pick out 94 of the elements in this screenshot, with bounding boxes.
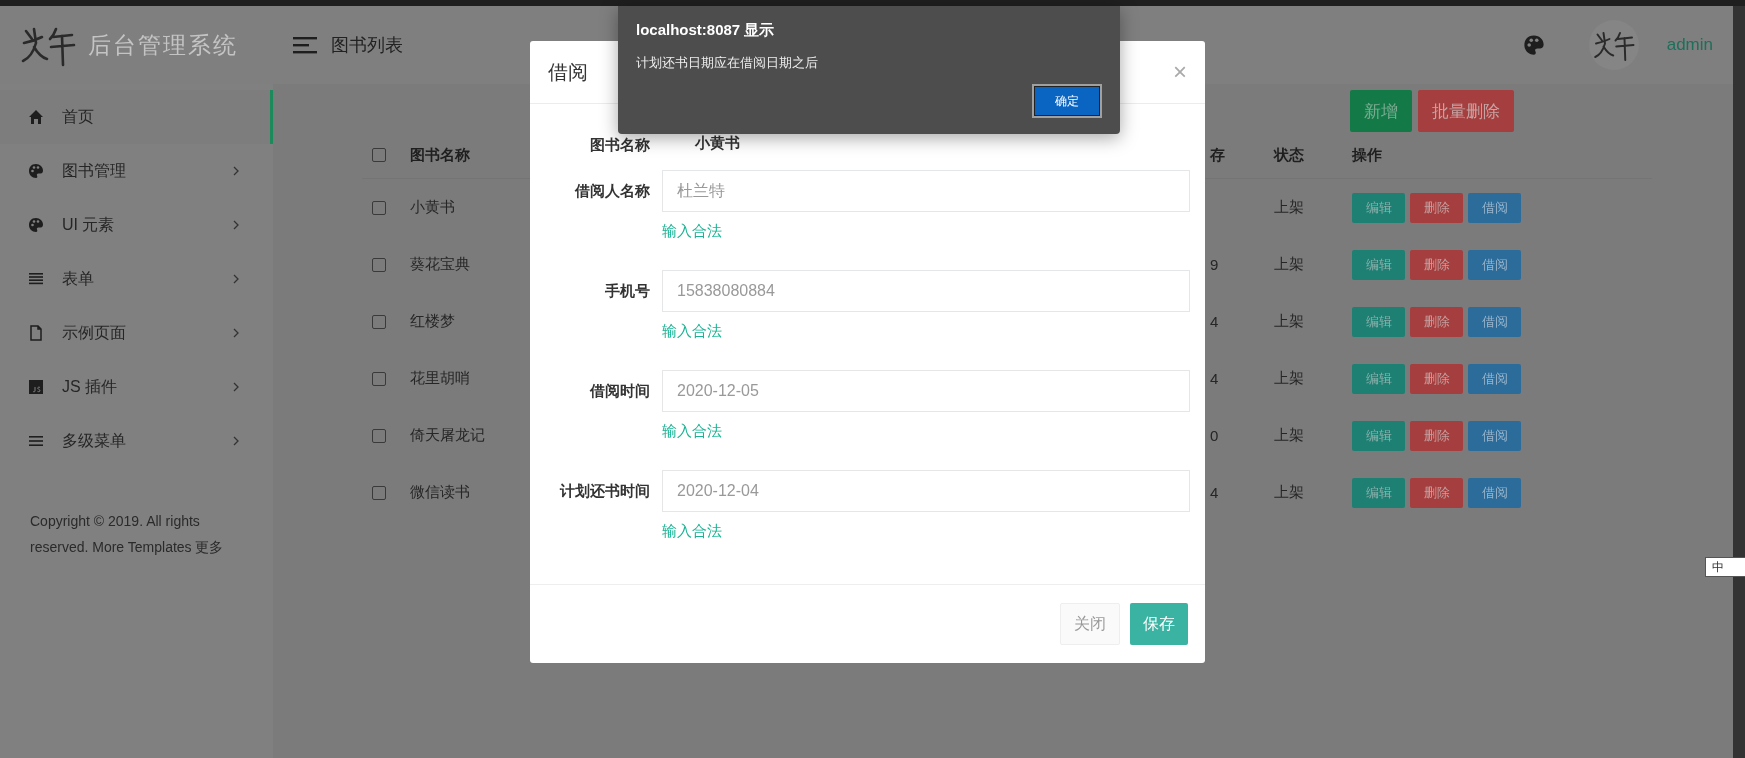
table-cell: 上架 xyxy=(1274,426,1304,443)
validation-hint: 输入合法 xyxy=(662,322,722,339)
table-cell: 上架 xyxy=(1274,198,1304,215)
row-checkbox[interactable] xyxy=(372,200,386,215)
app-subtitle: 后台管理系统 xyxy=(88,30,238,60)
edit-button[interactable]: 编辑 xyxy=(1352,420,1405,451)
page-title: 图书列表 xyxy=(331,34,403,57)
add-button[interactable]: 新增 xyxy=(1350,90,1412,132)
borrow-button[interactable]: 借阅 xyxy=(1468,306,1521,337)
chevron-icon xyxy=(232,436,240,446)
row-checkbox[interactable] xyxy=(372,428,386,443)
delete-button[interactable]: 删除 xyxy=(1410,420,1463,451)
table-cell: 花里胡哨 xyxy=(410,369,470,386)
table-cell: 红楼梦 xyxy=(410,312,455,329)
input-field[interactable]: 2020-12-04 xyxy=(662,470,1190,512)
table-cell: 倚天屠龙记 xyxy=(410,426,485,443)
sidebar-item[interactable]: 多级菜单 xyxy=(0,414,273,468)
row-checkbox[interactable] xyxy=(372,257,386,272)
table-cell: 4 xyxy=(1210,370,1219,387)
column-header: 操作 xyxy=(1352,145,1383,165)
sidebar-item[interactable]: 表单 xyxy=(0,252,273,306)
sidebar-item[interactable]: 图书管理 xyxy=(0,144,273,198)
validation-hint: 输入合法 xyxy=(662,522,722,539)
menu-icon[interactable] xyxy=(293,36,317,54)
delete-button[interactable]: 删除 xyxy=(1410,249,1463,280)
js-file-icon xyxy=(28,379,44,395)
field-label: 手机号 xyxy=(605,282,650,299)
chevron-icon xyxy=(232,382,240,392)
borrow-button[interactable]: 借阅 xyxy=(1468,363,1521,394)
menu-icon xyxy=(28,433,44,449)
sidebar-item[interactable]: UI 元素 xyxy=(0,198,273,252)
validation-hint: 输入合法 xyxy=(662,422,722,439)
palette-icon[interactable] xyxy=(1522,34,1545,56)
field-value: 小黄书 xyxy=(695,134,740,151)
table-cell: 微信读书 xyxy=(410,483,470,500)
ok-button[interactable]: 确定 xyxy=(1032,84,1102,118)
edit-button[interactable]: 编辑 xyxy=(1352,249,1405,280)
delete-button[interactable]: 删除 xyxy=(1410,363,1463,394)
close-button[interactable]: × xyxy=(1173,58,1187,86)
table-cell: 上架 xyxy=(1274,255,1304,272)
user-name[interactable]: admin xyxy=(1666,35,1713,55)
batch-delete-button[interactable]: 批量删除 xyxy=(1418,90,1514,132)
chevron-icon xyxy=(232,328,240,338)
table-cell: 上架 xyxy=(1274,483,1304,500)
row-checkbox[interactable] xyxy=(372,371,386,386)
copyright-text: Copyright © 2019. All rights reserved. More Templates 更多 xyxy=(29,512,225,557)
alert-title: localhost:8087 显示 xyxy=(636,21,776,40)
column-header: 存 xyxy=(1210,145,1226,165)
save-button[interactable]: 保存 xyxy=(1130,603,1188,645)
dialog-title: 借阅 xyxy=(548,59,588,85)
borrow-button[interactable]: 借阅 xyxy=(1468,477,1521,508)
table-cell: 小黄书 xyxy=(410,198,455,215)
row-checkbox[interactable] xyxy=(372,314,386,329)
row-checkbox[interactable] xyxy=(372,485,386,500)
palette-icon xyxy=(28,217,44,233)
delete-button[interactable]: 删除 xyxy=(1410,192,1463,223)
input-field[interactable]: 2020-12-05 xyxy=(662,370,1190,412)
borrow-button[interactable]: 借阅 xyxy=(1468,420,1521,451)
select-all-checkbox[interactable] xyxy=(372,148,386,162)
edit-button[interactable]: 编辑 xyxy=(1352,192,1405,223)
sidebar-item[interactable]: 示例页面 xyxy=(0,306,273,360)
ime-toolbar[interactable]: 中 xyxy=(1705,557,1745,577)
list-icon xyxy=(28,271,44,287)
borrow-button[interactable]: 借阅 xyxy=(1468,192,1521,223)
home-icon xyxy=(28,109,44,125)
table-cell: 上架 xyxy=(1274,312,1304,329)
close-button[interactable]: 关闭 xyxy=(1060,603,1120,645)
field-label: 计划还书时间 xyxy=(560,482,650,499)
borrow-button[interactable]: 借阅 xyxy=(1468,249,1521,280)
palette-icon xyxy=(28,163,44,179)
table-cell: 葵花宝典 xyxy=(410,255,470,272)
table-cell: 4 xyxy=(1210,313,1219,330)
delete-button[interactable]: 删除 xyxy=(1410,477,1463,508)
field-label: 图书名称 xyxy=(590,136,650,153)
validation-hint: 输入合法 xyxy=(662,222,722,239)
table-cell: 4 xyxy=(1210,484,1219,501)
sidebar-item[interactable]: JS 插件 xyxy=(0,360,273,414)
file-icon xyxy=(28,325,44,341)
chevron-icon xyxy=(232,166,240,176)
column-header: 状态 xyxy=(1274,145,1305,165)
edit-button[interactable]: 编辑 xyxy=(1352,306,1405,337)
table-cell: 9 xyxy=(1210,256,1219,273)
edit-button[interactable]: 编辑 xyxy=(1352,477,1405,508)
field-label: 借阅人名称 xyxy=(575,182,650,199)
alert-message: 计划还书日期应在借阅日期之后 xyxy=(636,54,819,72)
edit-button[interactable]: 编辑 xyxy=(1352,363,1405,394)
delete-button[interactable]: 删除 xyxy=(1410,306,1463,337)
input-field[interactable]: 杜兰特 xyxy=(662,170,1190,212)
table-cell: 0 xyxy=(1210,427,1219,444)
input-field[interactable]: 15838080884 xyxy=(662,270,1190,312)
chevron-icon xyxy=(232,274,240,284)
field-label: 借阅时间 xyxy=(590,382,650,399)
chevron-icon xyxy=(232,220,240,230)
table-cell: 上架 xyxy=(1274,369,1304,386)
